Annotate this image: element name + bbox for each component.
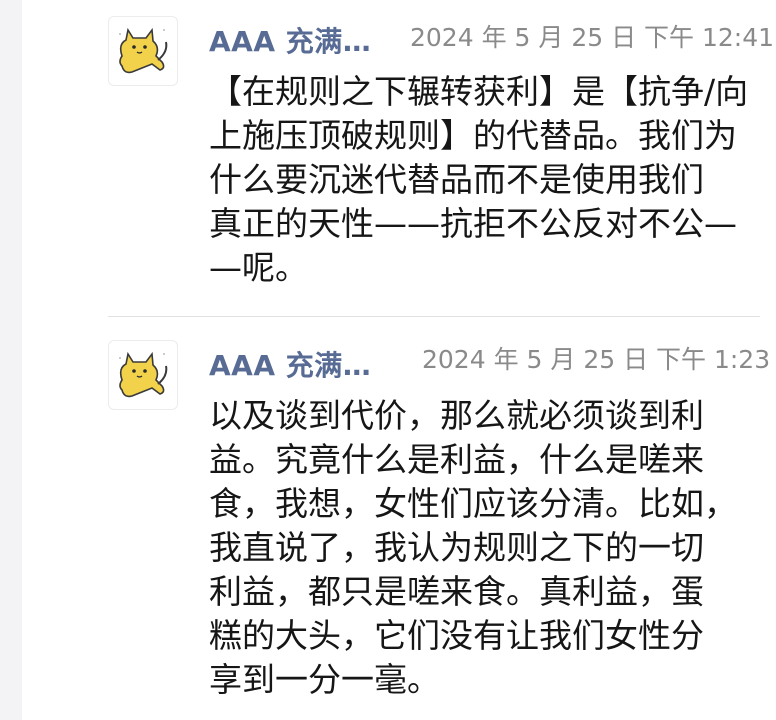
- comment-line: 益。究竟什么是利益，什么是嗟来: [209, 440, 704, 479]
- author-name[interactable]: AAA 充满…: [209, 344, 371, 384]
- author-name[interactable]: AAA 充满…: [209, 20, 371, 60]
- comment-line: 什么要沉迷代替品而不是使用我们: [209, 160, 704, 199]
- comment-text: 【在规则之下辗转获利】是【抗争/向 上施压顶破规则】的代替品。我们为 什么要沉迷…: [209, 70, 769, 290]
- timestamp: 2024 年 5 月 25 日 下午 1:23: [422, 345, 771, 374]
- comment-line: 享到一分一毫。: [209, 660, 440, 699]
- comment-line: 真正的天性——抗拒不公反对不公—: [209, 204, 737, 243]
- comment-panel: AAA 充满… 2024 年 5 月 25 日 下午 12:41 【在规则之下辗…: [22, 0, 776, 720]
- comment-line: 【在规则之下辗转获利】是【抗争/向: [209, 72, 749, 111]
- comment-line: 以及谈到代价，那么就必须谈到利: [209, 396, 704, 435]
- avatar[interactable]: [108, 340, 178, 410]
- avatar[interactable]: [108, 16, 178, 86]
- page: AAA 充满… 2024 年 5 月 25 日 下午 12:41 【在规则之下辗…: [0, 0, 776, 720]
- comment-line: —呢。: [209, 248, 308, 287]
- timestamp: 2024 年 5 月 25 日 下午 12:41: [410, 23, 775, 52]
- cat-icon: [119, 27, 168, 74]
- comment-line: 上施压顶破规则】的代替品。我们为: [209, 116, 737, 155]
- cat-icon: [119, 351, 168, 398]
- comment-text: 以及谈到代价，那么就必须谈到利 益。究竟什么是利益，什么是嗟来 食，我想，女性们…: [209, 394, 769, 702]
- divider: [108, 316, 760, 317]
- comment-line: 我直说了，我认为规则之下的一切: [209, 528, 704, 567]
- comment-line: 糕的大头，它们没有让我们女性分: [209, 616, 704, 655]
- comment-line: 利益，都只是嗟来食。真利益，蛋: [209, 572, 704, 611]
- comment-line: 食，我想，女性们应该分清。比如，: [209, 484, 737, 523]
